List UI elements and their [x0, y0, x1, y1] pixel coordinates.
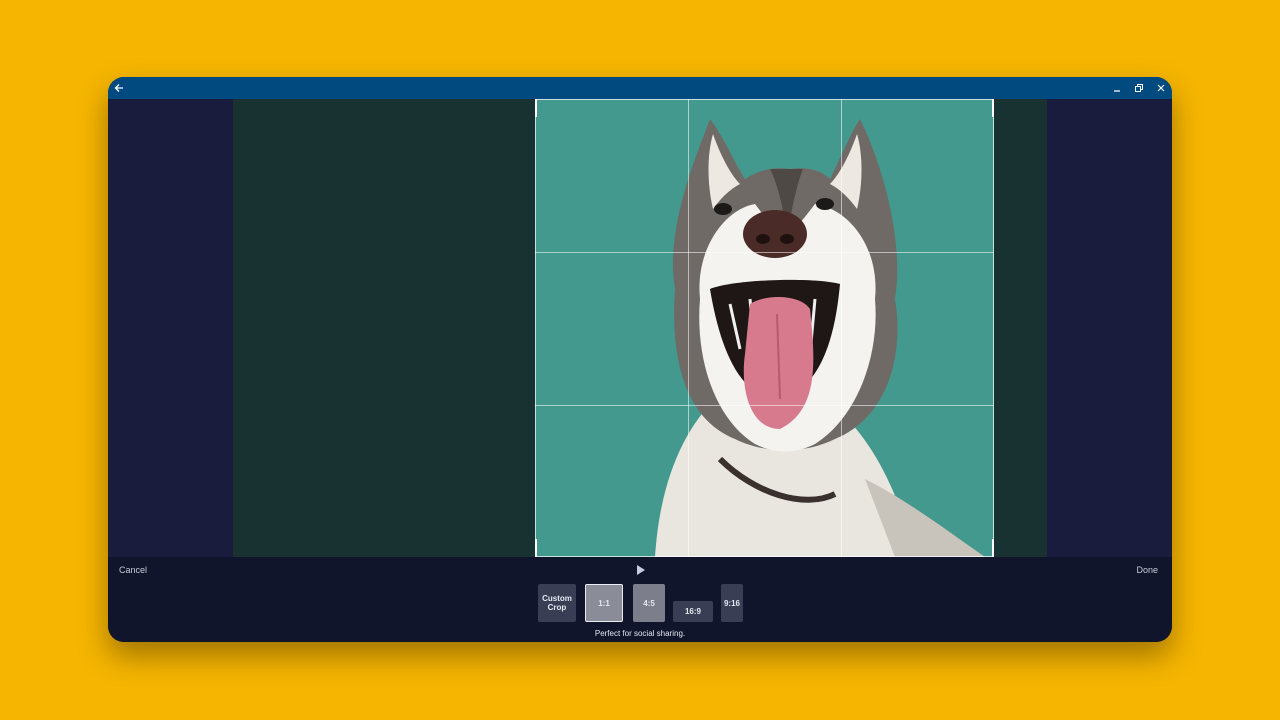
close-icon — [1157, 84, 1165, 92]
crop-frame[interactable] — [535, 99, 994, 557]
back-button[interactable] — [108, 77, 130, 99]
title-bar — [108, 77, 1172, 99]
ratio-9-16[interactable]: 9:16 — [721, 584, 743, 622]
minimize-button[interactable] — [1106, 77, 1128, 99]
grid-line — [841, 99, 842, 557]
crop-handle-bottom-right[interactable] — [978, 539, 994, 557]
arrow-left-icon — [114, 84, 123, 92]
crop-toolbar: Cancel Done Custom Crop 1:1 4:5 16:9 9:1… — [108, 557, 1172, 642]
ratio-4-5[interactable]: 4:5 — [633, 584, 665, 622]
ratio-1-1[interactable]: 1:1 — [585, 584, 623, 622]
crop-handle-bottom-left[interactable] — [535, 539, 551, 557]
minimize-icon — [1114, 90, 1120, 92]
ratio-caption: Perfect for social sharing. — [594, 629, 686, 638]
grid-line — [535, 405, 994, 406]
grid-line — [535, 252, 994, 253]
grid-line — [688, 99, 689, 557]
done-button[interactable]: Done — [1136, 565, 1158, 575]
husky-dog-photo — [535, 99, 994, 557]
cancel-button[interactable]: Cancel — [119, 565, 147, 575]
ratio-16-9[interactable]: 16:9 — [673, 601, 713, 622]
close-button[interactable] — [1150, 77, 1172, 99]
crop-handle-top-right[interactable] — [978, 99, 994, 117]
play-icon — [637, 565, 645, 575]
restore-button[interactable] — [1128, 77, 1150, 99]
ratio-custom-crop[interactable]: Custom Crop — [538, 584, 576, 622]
crop-handle-top-left[interactable] — [535, 99, 551, 117]
photo-preview — [233, 99, 1047, 557]
restore-icon — [1135, 84, 1143, 92]
photo-editor-canvas — [108, 99, 1172, 557]
app-window: Cancel Done Custom Crop 1:1 4:5 16:9 9:1… — [108, 77, 1172, 642]
play-button[interactable] — [635, 563, 647, 577]
